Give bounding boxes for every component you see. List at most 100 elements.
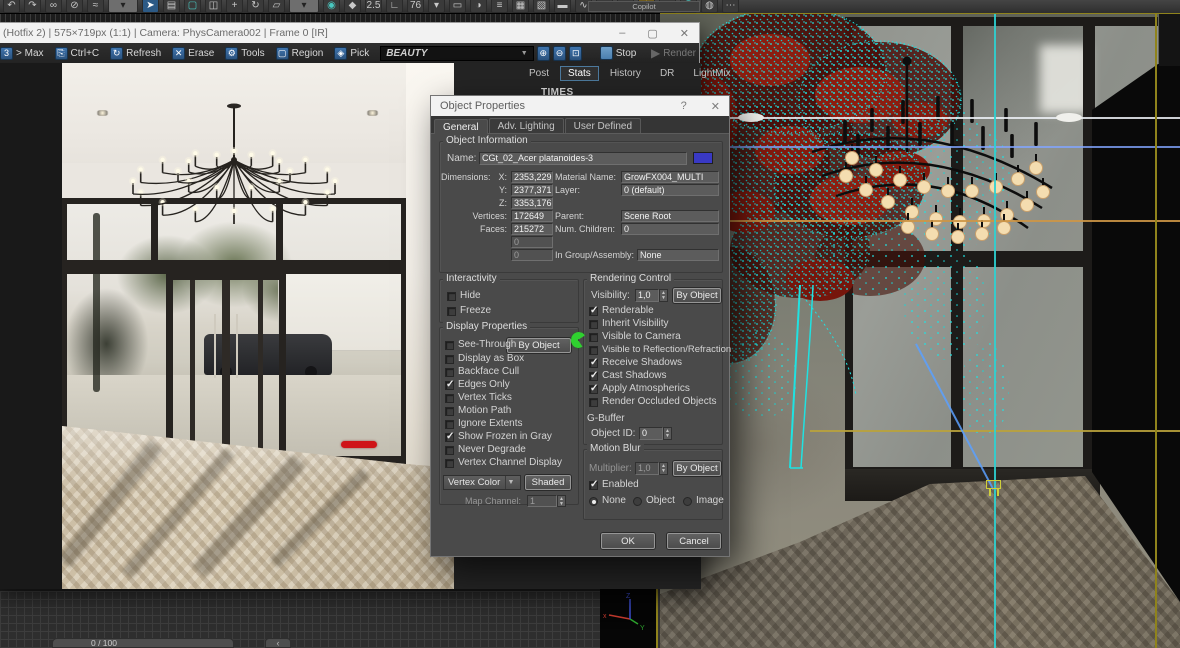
- select-object-icon[interactable]: ➤: [142, 0, 159, 13]
- vfb-titlebar[interactable]: (Hotfix 2) | 575×719px (1:1) | Camera: P…: [0, 23, 699, 43]
- motion-blur-by-object-button[interactable]: By Object: [673, 461, 721, 476]
- mb-image-radio[interactable]: [683, 497, 692, 506]
- toggle-layer-explorer-icon[interactable]: ▧: [533, 0, 550, 13]
- inherit-visibility-checkbox[interactable]: [589, 320, 598, 329]
- chandelier-object[interactable]: [660, 12, 1180, 648]
- ignore-extents-checkbox[interactable]: [445, 420, 454, 429]
- select-and-manipulate-icon[interactable]: ◆: [344, 0, 361, 13]
- display-by-object-button[interactable]: By Object: [507, 338, 571, 353]
- backface-cull-checkbox[interactable]: [445, 368, 454, 377]
- dimension-y-field[interactable]: 2377,371m: [511, 184, 553, 196]
- visible-to-reflection-checkbox[interactable]: [589, 346, 598, 355]
- redo-icon[interactable]: ↷: [24, 0, 41, 13]
- see-through-checkbox[interactable]: [445, 341, 454, 350]
- more-tools-icon[interactable]: ⋯: [722, 0, 739, 13]
- edges-only-checkbox[interactable]: [445, 379, 454, 390]
- select-and-link-icon[interactable]: ∞: [45, 0, 62, 13]
- tab-stats[interactable]: Stats: [560, 66, 599, 81]
- wirecolor-swatch[interactable]: [693, 152, 713, 164]
- toggle-ribbon-icon[interactable]: ▬: [554, 0, 571, 13]
- maximize-icon[interactable]: ▢: [647, 27, 657, 40]
- mb-enabled-checkbox[interactable]: [589, 479, 598, 490]
- zoom-out-icon[interactable]: ⊖: [552, 45, 567, 61]
- copilot-dropdown[interactable]: Copilot: [588, 1, 700, 12]
- copy-button[interactable]: ⎘ Ctrl+C: [51, 46, 104, 61]
- undo-icon[interactable]: ↶: [3, 0, 20, 13]
- mb-object-radio[interactable]: [633, 497, 642, 506]
- freeze-checkbox[interactable]: [447, 307, 456, 316]
- rectangular-selection-region-icon[interactable]: ▢: [184, 0, 201, 13]
- vertex-ticks-checkbox[interactable]: [445, 394, 454, 403]
- stop-button[interactable]: Stop: [616, 48, 637, 59]
- camera-target-gizmo[interactable]: [986, 480, 1001, 489]
- multiplier-spinner[interactable]: ▲ ▼: [659, 462, 668, 475]
- stop-icon[interactable]: [600, 46, 613, 60]
- select-and-scale-icon[interactable]: ▱: [268, 0, 285, 13]
- select-by-name-icon[interactable]: ▤: [163, 0, 180, 13]
- name-field[interactable]: CGt_02_Acer platanoides-3: [479, 152, 687, 165]
- dock-to-max-button[interactable]: 3 > Max: [0, 46, 48, 61]
- tab-history[interactable]: History: [602, 66, 649, 81]
- mirror-icon[interactable]: ◑: [470, 0, 487, 13]
- bind-to-space-warp-icon[interactable]: ≈: [87, 0, 104, 13]
- tools-button[interactable]: ⚙ Tools: [221, 46, 268, 61]
- never-degrade-checkbox[interactable]: [445, 446, 454, 455]
- tab-adv-lighting[interactable]: Adv. Lighting: [488, 118, 564, 133]
- shaded-button[interactable]: Shaded: [525, 475, 571, 490]
- render-element-select[interactable]: BEAUTY ▼: [380, 45, 534, 61]
- tab-post[interactable]: Post: [521, 66, 557, 81]
- help-icon[interactable]: ?: [681, 100, 687, 113]
- ok-button[interactable]: OK: [601, 533, 655, 549]
- reference-coordinate-dropdown-icon[interactable]: ▾: [289, 0, 319, 13]
- dimension-z-field[interactable]: 3353,176m: [511, 197, 553, 209]
- select-and-move-icon[interactable]: +: [226, 0, 243, 13]
- time-slider-nav-button[interactable]: ‹: [265, 638, 291, 648]
- tab-dr[interactable]: DR: [652, 66, 682, 81]
- toggle-scene-explorer-icon[interactable]: ▦: [512, 0, 529, 13]
- dialog-titlebar[interactable]: Object Properties ? ✕: [431, 96, 729, 116]
- close-icon[interactable]: ✕: [711, 100, 720, 113]
- object-id-spinner[interactable]: ▲ ▼: [663, 427, 672, 440]
- show-frozen-in-gray-checkbox[interactable]: [445, 431, 454, 442]
- render-button[interactable]: Render: [663, 48, 696, 59]
- close-icon[interactable]: ✕: [680, 27, 689, 40]
- erase-button[interactable]: ✕ Erase: [168, 46, 218, 61]
- object-id-field[interactable]: 0: [639, 427, 663, 440]
- use-pivot-point-center-icon[interactable]: ◉: [323, 0, 340, 13]
- cancel-button[interactable]: Cancel: [667, 533, 721, 549]
- tab-general[interactable]: General: [434, 119, 488, 134]
- refresh-button[interactable]: ↻ Refresh: [106, 46, 165, 61]
- dimension-x-field[interactable]: 2353,229m: [511, 171, 553, 183]
- unlink-selection-icon[interactable]: ⊘: [66, 0, 83, 13]
- render-iterative-icon[interactable]: ◍: [701, 0, 718, 13]
- render-occluded-checkbox[interactable]: [589, 398, 598, 407]
- visibility-by-object-button[interactable]: By Object: [673, 288, 721, 303]
- renderable-checkbox[interactable]: [589, 305, 598, 316]
- select-and-rotate-icon[interactable]: ↻: [247, 0, 264, 13]
- visible-to-camera-checkbox[interactable]: [589, 333, 598, 342]
- angle-snap-toggle-icon[interactable]: ∟: [386, 0, 403, 13]
- edit-named-selection-sets-icon[interactable]: ▭: [449, 0, 466, 13]
- window-crossing-toggle-icon[interactable]: ◫: [205, 0, 222, 13]
- tab-user-defined[interactable]: User Defined: [564, 118, 642, 133]
- left-viewport-mini[interactable]: x Y Z: [600, 587, 658, 648]
- perspective-viewport[interactable]: [660, 12, 1180, 648]
- cast-shadows-checkbox[interactable]: [589, 370, 598, 381]
- tab-lightmix[interactable]: LightMix: [685, 66, 738, 81]
- motion-path-checkbox[interactable]: [445, 407, 454, 416]
- multiplier-field[interactable]: 1,0: [635, 462, 659, 475]
- apply-atmospherics-checkbox[interactable]: [589, 383, 598, 394]
- pick-button[interactable]: ◈ Pick: [330, 46, 373, 61]
- map-channel-spinner[interactable]: ▲ ▼: [557, 495, 566, 507]
- zoom-in-icon[interactable]: ⊕: [536, 45, 550, 61]
- selection-filter-dropdown-icon[interactable]: ▾: [108, 0, 138, 13]
- time-slider[interactable]: 0 / 100: [52, 638, 234, 648]
- zoom-reset-icon[interactable]: ⊡: [569, 45, 583, 61]
- align-icon[interactable]: ≡: [491, 0, 508, 13]
- visibility-spinner[interactable]: ▲ ▼: [659, 289, 668, 302]
- visibility-field[interactable]: 1,0: [635, 289, 659, 302]
- minimize-icon[interactable]: –: [619, 27, 625, 40]
- display-as-box-checkbox[interactable]: [445, 355, 454, 364]
- mb-none-radio[interactable]: [589, 497, 598, 506]
- region-button[interactable]: ▢ Region: [272, 46, 328, 61]
